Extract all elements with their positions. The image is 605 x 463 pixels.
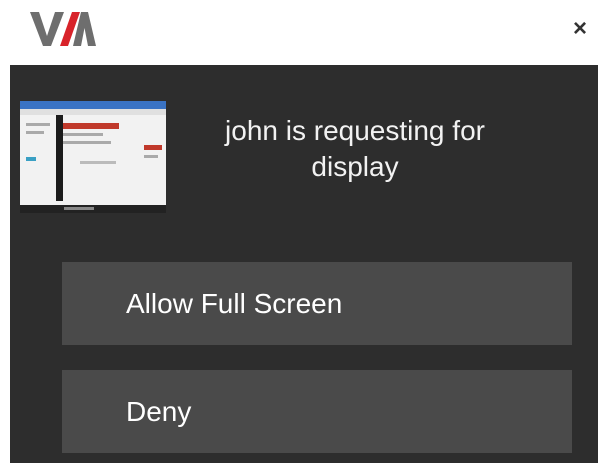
screen-share-thumbnail — [20, 101, 166, 213]
deny-label: Deny — [126, 395, 192, 427]
deny-button[interactable]: Deny — [62, 370, 572, 453]
via-logo — [30, 12, 96, 46]
allow-full-screen-button[interactable]: Allow Full Screen — [62, 262, 572, 345]
header: × — [0, 0, 605, 65]
request-panel: john is requesting for display Allow Ful… — [10, 65, 598, 463]
close-icon[interactable]: × — [569, 16, 591, 42]
request-message: john is requesting for display — [225, 115, 485, 182]
allow-full-screen-label: Allow Full Screen — [126, 287, 343, 319]
